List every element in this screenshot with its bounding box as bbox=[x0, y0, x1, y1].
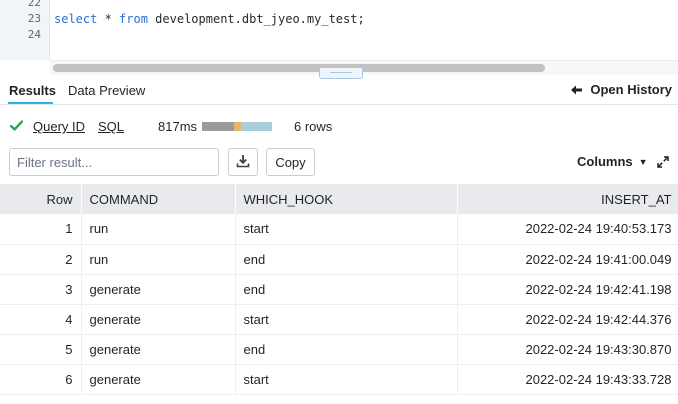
table-row[interactable]: 3 generate end 2022-02-24 19:42:41.198 bbox=[0, 274, 678, 305]
sql-text: * bbox=[97, 12, 120, 26]
row-count: 6 rows bbox=[294, 119, 333, 134]
row-number-cell: 3 bbox=[0, 274, 82, 305]
results-toolbar: Copy Columns ▼ bbox=[0, 146, 678, 178]
insert-at-cell: 2022-02-24 19:41:00.049 bbox=[457, 244, 678, 275]
sql-keyword: select bbox=[54, 12, 98, 26]
filter-result-input[interactable] bbox=[9, 148, 219, 176]
sql-link[interactable]: SQL bbox=[98, 119, 124, 134]
which-hook-cell: start bbox=[235, 364, 458, 395]
timing-segment bbox=[234, 122, 242, 131]
active-tab-indicator bbox=[8, 102, 53, 104]
table-row[interactable]: 2 run end 2022-02-24 19:41:00.049 bbox=[0, 244, 678, 275]
table-header-row: Row COMMAND WHICH_HOOK INSERT_AT bbox=[0, 184, 678, 214]
query-duration: 817ms bbox=[158, 119, 198, 134]
column-header-row[interactable]: Row bbox=[0, 184, 82, 214]
row-number-cell: 5 bbox=[0, 334, 82, 365]
which-hook-cell: start bbox=[235, 304, 458, 335]
which-hook-cell: end bbox=[235, 334, 458, 365]
open-history-label: Open History bbox=[590, 82, 672, 97]
column-header-insert-at[interactable]: INSERT_AT bbox=[457, 184, 678, 214]
column-header-command[interactable]: COMMAND bbox=[81, 184, 236, 214]
insert-at-cell: 2022-02-24 19:42:41.198 bbox=[457, 274, 678, 305]
caret-down-icon: ▼ bbox=[638, 156, 648, 167]
table-row[interactable]: 4 generate start 2022-02-24 19:42:44.376 bbox=[0, 304, 678, 335]
column-header-which-hook[interactable]: WHICH_HOOK bbox=[235, 184, 458, 214]
line-number-gutter: 22 23 24 bbox=[0, 0, 50, 60]
query-id-link[interactable]: Query ID bbox=[33, 119, 85, 134]
which-hook-cell: start bbox=[235, 214, 458, 245]
editor-horizontal-scrollbar[interactable] bbox=[50, 60, 678, 75]
command-cell: generate bbox=[81, 334, 236, 365]
insert-at-cell: 2022-02-24 19:43:33.728 bbox=[457, 364, 678, 395]
insert-at-cell: 2022-02-24 19:43:30.870 bbox=[457, 334, 678, 365]
line-number: 23 bbox=[27, 12, 41, 25]
sql-editor[interactable]: 22 23 24 select * from development.dbt_j… bbox=[0, 0, 678, 75]
sql-text: development.dbt_jyeo.my_test; bbox=[147, 12, 365, 26]
download-icon bbox=[236, 154, 250, 171]
download-button[interactable] bbox=[228, 148, 258, 176]
columns-dropdown[interactable]: Columns ▼ bbox=[577, 154, 648, 169]
query-status-row: Query ID SQL 817ms 6 rows bbox=[0, 112, 678, 140]
table-row[interactable]: 5 generate end 2022-02-24 19:43:30.870 bbox=[0, 334, 678, 365]
check-icon bbox=[9, 119, 24, 134]
command-cell: generate bbox=[81, 364, 236, 395]
scrollbar-thumb[interactable] bbox=[53, 64, 545, 72]
command-cell: run bbox=[81, 214, 236, 245]
tab-data-preview[interactable]: Data Preview bbox=[68, 83, 145, 98]
row-number-cell: 6 bbox=[0, 364, 82, 395]
results-table: Row COMMAND WHICH_HOOK INSERT_AT 1 run s… bbox=[0, 184, 678, 395]
insert-at-cell: 2022-02-24 19:42:44.376 bbox=[457, 304, 678, 335]
tab-results[interactable]: Results bbox=[9, 83, 56, 98]
timing-segment bbox=[241, 122, 272, 131]
command-cell: run bbox=[81, 244, 236, 275]
code-line[interactable]: select * from development.dbt_jyeo.my_te… bbox=[54, 12, 365, 26]
line-number: 22 bbox=[27, 0, 41, 9]
row-number-cell: 2 bbox=[0, 244, 82, 275]
arrow-left-icon bbox=[571, 85, 583, 95]
copy-button[interactable]: Copy bbox=[266, 148, 315, 176]
command-cell: generate bbox=[81, 274, 236, 305]
results-tab-bar: Results Data Preview Open History bbox=[0, 75, 678, 105]
command-cell: generate bbox=[81, 304, 236, 335]
row-number-cell: 1 bbox=[0, 214, 82, 245]
which-hook-cell: end bbox=[235, 274, 458, 305]
open-history-button[interactable]: Open History bbox=[571, 82, 672, 97]
table-row[interactable]: 1 run start 2022-02-24 19:40:53.173 bbox=[0, 214, 678, 245]
insert-at-cell: 2022-02-24 19:40:53.173 bbox=[457, 214, 678, 245]
columns-label: Columns bbox=[577, 154, 633, 169]
timing-segment bbox=[202, 122, 235, 131]
query-timing-bar bbox=[202, 122, 272, 131]
line-number: 24 bbox=[27, 28, 41, 41]
expand-icon[interactable] bbox=[657, 156, 669, 171]
which-hook-cell: end bbox=[235, 244, 458, 275]
sql-keyword: from bbox=[119, 12, 148, 26]
row-number-cell: 4 bbox=[0, 304, 82, 335]
table-row[interactable]: 6 generate start 2022-02-24 19:43:33.728 bbox=[0, 364, 678, 395]
